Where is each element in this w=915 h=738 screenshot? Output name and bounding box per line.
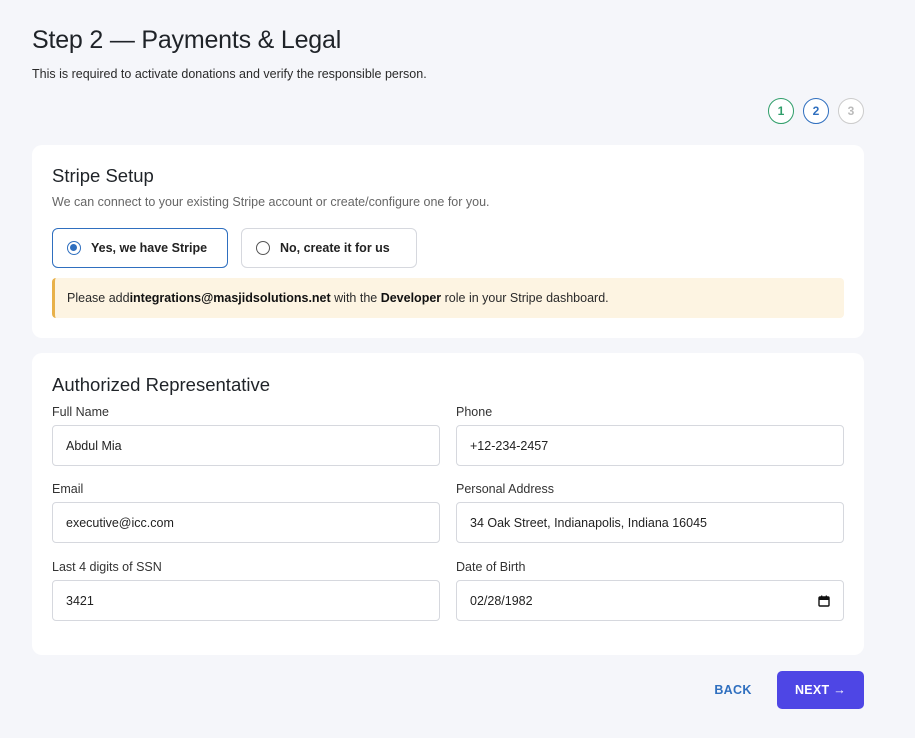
full-name-value: Abdul Mia — [66, 438, 122, 453]
notice-middle: with the — [330, 291, 381, 305]
date-of-birth-field: Date of Birth 02/28/1982 — [456, 560, 844, 621]
page-subtitle: This is required to activate donations a… — [32, 67, 427, 81]
full-name-field: Full Name Abdul Mia — [52, 405, 440, 466]
radio-yes-have-stripe[interactable]: Yes, we have Stripe — [52, 228, 228, 268]
full-name-input[interactable]: Abdul Mia — [52, 425, 440, 466]
step-1-indicator: 1 — [768, 98, 794, 124]
radio-unselected-icon — [256, 241, 270, 255]
stepper: 1 2 3 — [768, 98, 864, 124]
personal-address-field: Personal Address 34 Oak Street, Indianap… — [456, 482, 844, 543]
radio-selected-icon — [67, 241, 81, 255]
radio-no-create-for-us[interactable]: No, create it for us — [241, 228, 417, 268]
stripe-setup-description: We can connect to your existing Stripe a… — [52, 195, 490, 209]
back-button[interactable]: BACK — [699, 671, 767, 709]
email-value: executive@icc.com — [66, 515, 174, 530]
authorized-representative-card: Authorized Representative Full Name Abdu… — [32, 353, 864, 655]
stripe-developer-notice: Please add integrations@masjidsolutions.… — [52, 278, 844, 318]
phone-label: Phone — [456, 405, 493, 419]
email-label: Email — [52, 482, 84, 496]
ssn-field: Last 4 digits of SSN 3421 — [52, 560, 440, 621]
stripe-setup-title: Stripe Setup — [52, 165, 154, 186]
personal-address-value: 34 Oak Street, Indianapolis, Indiana 160… — [470, 515, 707, 530]
next-button[interactable]: NEXT → — [777, 671, 864, 709]
date-of-birth-label: Date of Birth — [456, 560, 526, 574]
representative-title: Authorized Representative — [52, 374, 271, 395]
date-of-birth-input[interactable]: 02/28/1982 — [456, 580, 844, 621]
radio-no-label: No, create it for us — [280, 241, 390, 255]
step-3-indicator: 3 — [838, 98, 864, 124]
date-of-birth-value: 02/28/1982 — [470, 593, 533, 608]
page-title: Step 2 — Payments & Legal — [32, 26, 342, 54]
personal-address-label: Personal Address — [456, 482, 554, 496]
notice-email: integrations@masjidsolutions.net — [129, 291, 331, 305]
calendar-icon[interactable] — [818, 595, 830, 607]
phone-field: Phone +12-234-2457 — [456, 405, 844, 466]
phone-input[interactable]: +12-234-2457 — [456, 425, 844, 466]
stripe-setup-card: Stripe Setup We can connect to your exis… — [32, 145, 864, 338]
full-name-label: Full Name — [52, 405, 109, 419]
radio-yes-label: Yes, we have Stripe — [91, 241, 208, 255]
ssn-value: 3421 — [66, 593, 94, 608]
email-input[interactable]: executive@icc.com — [52, 502, 440, 543]
step-2-indicator: 2 — [803, 98, 829, 124]
phone-value: +12-234-2457 — [470, 438, 549, 453]
personal-address-input[interactable]: 34 Oak Street, Indianapolis, Indiana 160… — [456, 502, 844, 543]
ssn-input[interactable]: 3421 — [52, 580, 440, 621]
notice-role: Developer — [380, 291, 442, 305]
notice-prefix: Please add — [67, 291, 130, 305]
notice-suffix: role in your Stripe dashboard. — [441, 291, 609, 305]
email-field: Email executive@icc.com — [52, 482, 440, 543]
ssn-label: Last 4 digits of SSN — [52, 560, 162, 574]
